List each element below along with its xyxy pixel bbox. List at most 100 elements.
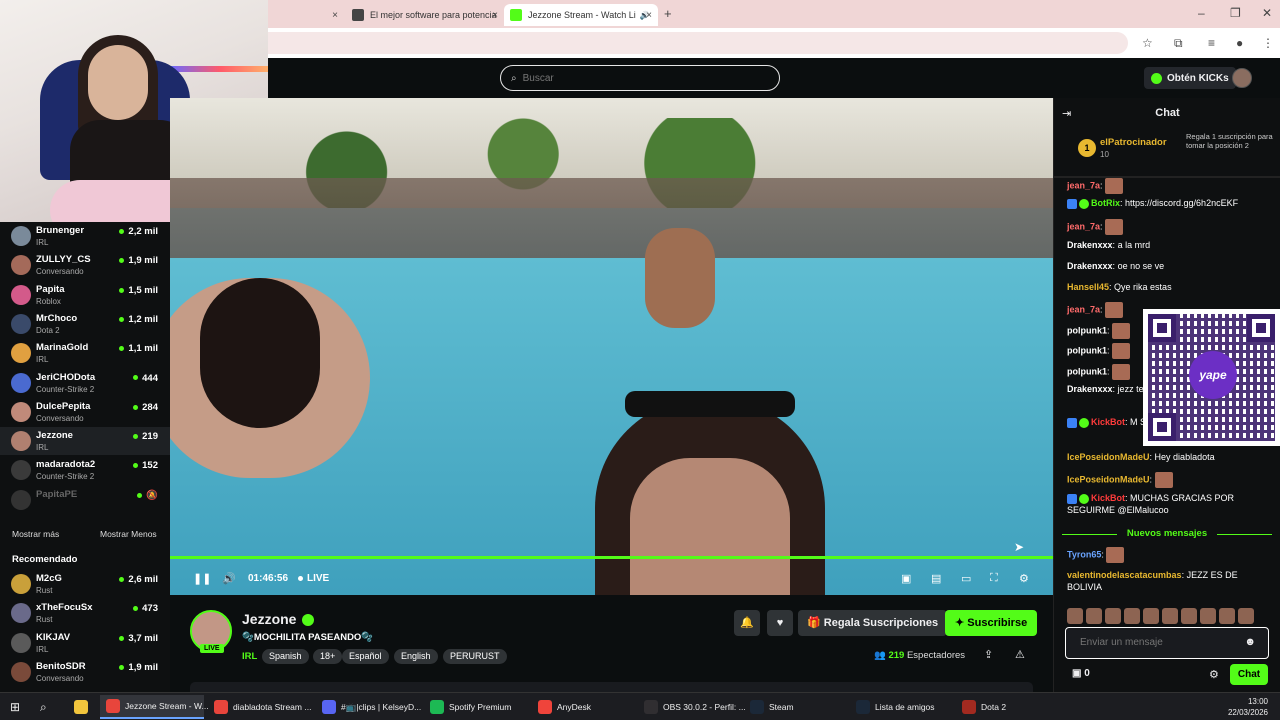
emote-icon[interactable]: [1067, 608, 1083, 624]
share-icon[interactable]: ⇪: [984, 648, 993, 661]
close-tab-icon[interactable]: ×: [332, 10, 338, 21]
search-box[interactable]: ⌕: [500, 65, 780, 91]
taskbar-app[interactable]: AnyDesk: [532, 695, 632, 719]
send-chat-button[interactable]: Chat: [1230, 664, 1268, 685]
chat-message-input[interactable]: [1080, 637, 1240, 648]
taskbar-app[interactable]: Dota 2: [956, 695, 1016, 719]
close-tab-icon[interactable]: ×: [492, 10, 498, 21]
emote-icon[interactable]: [1162, 608, 1178, 624]
emote-icon[interactable]: [1143, 608, 1159, 624]
minimize-icon[interactable]: –: [1198, 6, 1205, 20]
tag-pill[interactable]: Spanish: [262, 649, 309, 664]
chat-username[interactable]: polpunk1: [1067, 345, 1107, 355]
sidebar-channel[interactable]: ZULLYY_CS Conversando 1,9 mil: [0, 251, 170, 279]
notification-bell-icon[interactable]: 🔔: [734, 610, 760, 636]
file-explorer-icon[interactable]: [68, 695, 93, 719]
emote-icon[interactable]: [1181, 608, 1197, 624]
sidebar-channel[interactable]: DulcePepita Conversando 284: [0, 398, 170, 426]
sidebar-channel[interactable]: MrChoco Dota 2 1,2 mil: [0, 310, 170, 338]
chat-username[interactable]: valentinodelascatacumbas: [1067, 570, 1182, 580]
extensions-icon[interactable]: ⧉: [1174, 36, 1183, 51]
taskbar-app[interactable]: #📺|clips | KelseyD...: [316, 695, 421, 719]
settings-gear-icon[interactable]: ⚙: [1019, 572, 1029, 585]
chat-username[interactable]: Drakenxxx: [1067, 384, 1113, 394]
search-input[interactable]: [522, 72, 743, 84]
show-more-link[interactable]: Mostrar más: [12, 529, 59, 539]
chat-settings-icon[interactable]: ⚙: [1209, 668, 1219, 681]
search-icon[interactable]: ⌕: [34, 695, 47, 719]
sidebar-channel[interactable]: Jezzone IRL 219: [0, 427, 170, 456]
chat-username[interactable]: KickBot: [1091, 493, 1125, 503]
volume-icon[interactable]: 🔊: [222, 572, 236, 585]
sidebar-channel[interactable]: KIKJAV IRL 3,7 mil: [0, 629, 170, 657]
tag-pill[interactable]: 18+: [313, 649, 343, 664]
chat-username[interactable]: jean_7a: [1067, 304, 1100, 314]
emote-icon[interactable]: [1200, 608, 1216, 624]
video-player[interactable]: [170, 98, 1053, 595]
restore-icon[interactable]: ❐: [1230, 6, 1241, 20]
clip-icon[interactable]: ▣: [901, 572, 911, 585]
system-clock[interactable]: 13:00 22/03/2026: [1228, 696, 1268, 718]
sidebar-channel[interactable]: MarinaGold IRL 1,1 mil: [0, 339, 170, 367]
gift-subs-button[interactable]: 🎁 Regala Suscripciones: [798, 610, 948, 636]
emote-icon[interactable]: [1086, 608, 1102, 624]
chat-username[interactable]: Hansell45: [1067, 282, 1109, 292]
sidebar-channel[interactable]: madaradota2 Counter-Strike 2 152: [0, 456, 170, 484]
taskbar-app[interactable]: Steam: [744, 695, 844, 719]
emoji-picker-icon[interactable]: ☻: [1244, 636, 1256, 648]
sidebar-channel[interactable]: xTheFocuSx Rust 473: [0, 599, 170, 627]
sidebar-channel[interactable]: Papita Roblox 1,5 mil: [0, 281, 170, 309]
tag-pill[interactable]: English: [394, 649, 438, 664]
emote-icon[interactable]: [1238, 608, 1254, 624]
close-tab-icon[interactable]: ×: [646, 10, 652, 21]
emote-icon[interactable]: [1219, 608, 1235, 624]
chat-username[interactable]: polpunk1: [1067, 366, 1107, 376]
follow-heart-icon[interactable]: ♥: [767, 610, 793, 636]
pinned-leaderboard[interactable]: 1 elPatrocinador 10 Regala 1 suscripción…: [1066, 131, 1276, 169]
tag-pill[interactable]: Español: [342, 649, 389, 664]
report-icon[interactable]: ⚠: [1015, 648, 1025, 661]
chat-username[interactable]: Drakenxxx: [1067, 240, 1113, 250]
sidebar-channel[interactable]: BenitoSDR Conversando 1,9 mil: [0, 658, 170, 686]
new-tab-button[interactable]: +: [664, 6, 672, 21]
sidebar-channel[interactable]: PapitaPE 🔕: [0, 486, 170, 514]
bookmark-star-icon[interactable]: ☆: [1142, 36, 1153, 50]
chat-username[interactable]: BotRix: [1091, 198, 1120, 208]
taskbar-app[interactable]: Lista de amigos: [850, 695, 950, 719]
windows-start-icon[interactable]: ⊞: [4, 695, 20, 719]
browser-tab-active[interactable]: Jezzone Stream - Watch Li 🔊 ×: [504, 4, 658, 26]
chat-username[interactable]: IcePoseidonMadeU: [1067, 474, 1150, 484]
chat-username[interactable]: polpunk1: [1067, 325, 1107, 335]
media-icon[interactable]: ≡: [1208, 36, 1215, 50]
taskbar-app[interactable]: Jezzone Stream - W...: [100, 695, 209, 719]
stream-category[interactable]: IRL: [242, 651, 257, 662]
chat-username[interactable]: jean_7a: [1067, 180, 1100, 190]
taskbar-app[interactable]: OBS 30.0.2 - Perfil: ...: [638, 695, 746, 719]
pip-icon[interactable]: ▭: [961, 572, 971, 585]
fullscreen-icon[interactable]: ⛶: [990, 572, 998, 585]
chat-username[interactable]: Drakenxxx: [1067, 261, 1113, 271]
profile-icon[interactable]: ●: [1236, 36, 1243, 50]
sidebar-channel[interactable]: Brunenger IRL 2,2 mil: [0, 222, 170, 250]
new-messages-divider[interactable]: Nuevos mensajes: [1062, 528, 1272, 539]
chat-username[interactable]: jean_7a: [1067, 221, 1100, 231]
sidebar-channel[interactable]: M2cG Rust 2,6 mil: [0, 570, 170, 598]
tag-pill[interactable]: PERURUST: [443, 649, 507, 664]
chat-username[interactable]: Tyron65: [1067, 549, 1101, 559]
taskbar-app[interactable]: Spotify Premium: [424, 695, 528, 719]
kicks-wallet-icon[interactable]: ▣: [1072, 668, 1084, 679]
address-input[interactable]: [268, 32, 1128, 54]
chat-username[interactable]: KickBot: [1091, 417, 1125, 427]
show-less-link[interactable]: Mostrar Menos: [100, 529, 157, 539]
browser-tab-1[interactable]: El mejor software para potencia ×: [346, 4, 504, 26]
user-avatar[interactable]: [1232, 68, 1252, 88]
browser-tab-0[interactable]: ×: [268, 4, 344, 26]
pause-icon[interactable]: ❚❚: [193, 572, 211, 585]
get-kicks-button[interactable]: Obtén KICKs: [1144, 67, 1236, 89]
close-window-icon[interactable]: ✕: [1262, 6, 1272, 20]
subscribe-button[interactable]: ✦ Suscribirse: [945, 610, 1038, 636]
stream-progress-bar[interactable]: [170, 556, 1053, 559]
emote-icon[interactable]: [1124, 608, 1140, 624]
live-indicator[interactable]: LIVE: [298, 573, 329, 584]
taskbar-app[interactable]: diabladota Stream ...: [208, 695, 312, 719]
